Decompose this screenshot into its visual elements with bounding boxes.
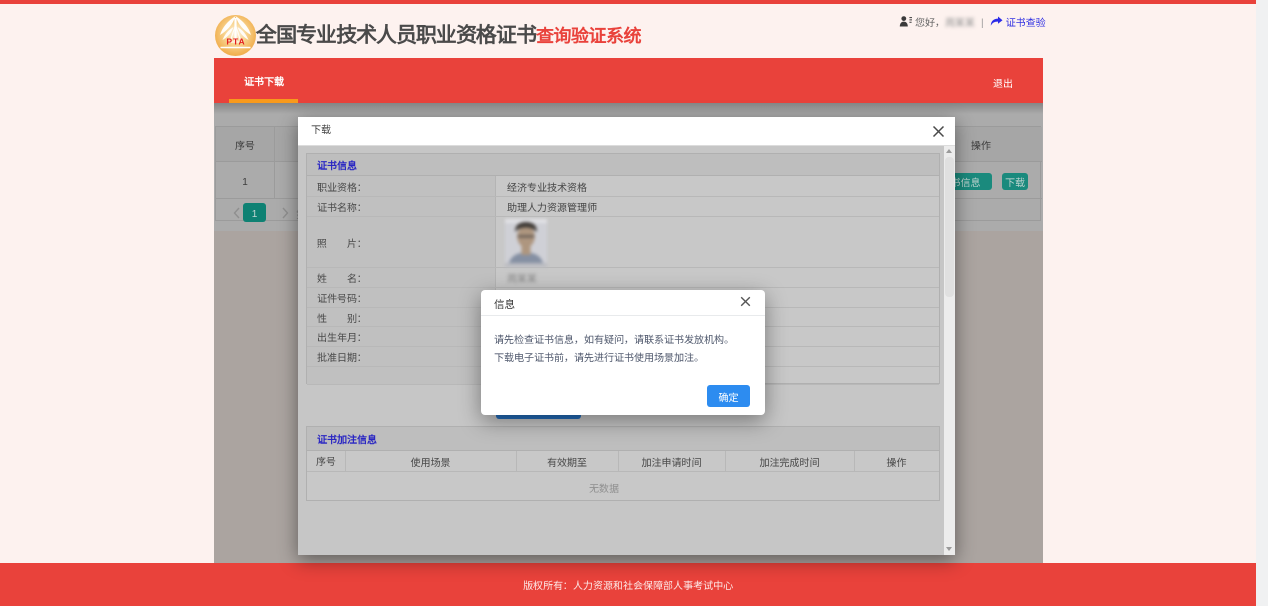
- svg-text:PTA: PTA: [226, 37, 245, 47]
